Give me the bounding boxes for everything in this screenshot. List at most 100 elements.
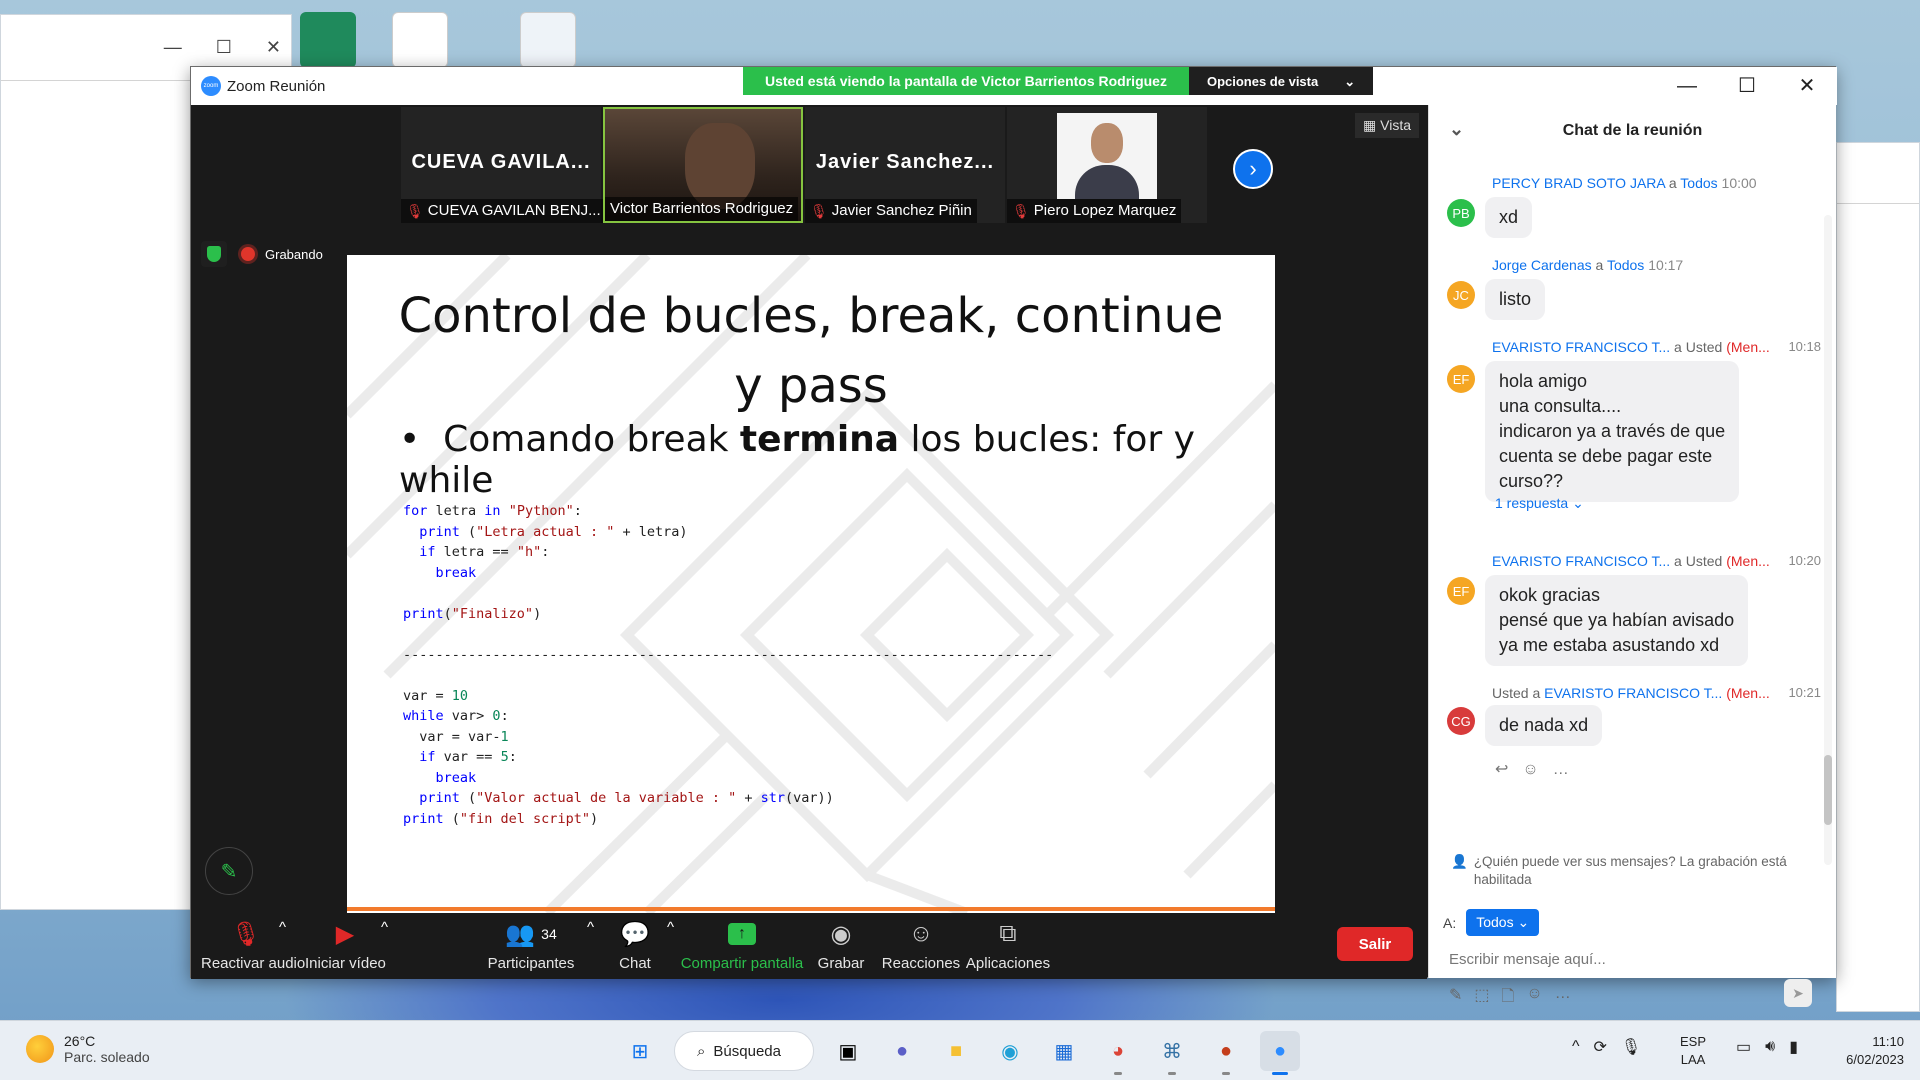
file-explorer-button[interactable]: ■ — [936, 1031, 976, 1071]
next-participants-button[interactable]: › — [1233, 149, 1273, 189]
replies-link[interactable]: 1 respuesta ⌄ — [1495, 495, 1584, 512]
taskbar-search[interactable]: ⌕ Búsqueda — [674, 1031, 814, 1071]
private-tag: (Men... — [1726, 685, 1770, 701]
message-bubble: listo — [1485, 279, 1546, 320]
participant-photo — [1057, 113, 1157, 199]
chevron-up-icon[interactable]: ^ — [1572, 1038, 1580, 1056]
video-options-caret[interactable]: ^ — [381, 919, 388, 936]
sender-name[interactable]: PERCY BRAD SOTO JARA — [1492, 175, 1665, 191]
recipient-select[interactable]: Todos ⌄ — [1466, 909, 1540, 936]
more-icon[interactable]: … — [1553, 761, 1583, 778]
python-button[interactable]: ⌘ — [1152, 1031, 1192, 1075]
person-lock-icon: 👤 — [1451, 854, 1468, 869]
zoom-taskbar-button[interactable]: ● — [1260, 1031, 1300, 1075]
status-icons[interactable]: ▭ 🔊︎ ▮ — [1736, 1037, 1798, 1057]
participant-tile-active[interactable]: Victor Barrientos Rodriguez — [603, 107, 803, 223]
reply-icon[interactable]: ↩ — [1495, 761, 1522, 778]
avatar: JC — [1447, 281, 1475, 309]
start-button[interactable]: ⊞ — [620, 1031, 660, 1071]
message-meta: PERCY BRAD SOTO JARA a Todos 10:00 — [1492, 175, 1757, 191]
slide-title-line2: y pass — [734, 358, 888, 414]
maximize-icon[interactable]: ☐ — [216, 37, 232, 58]
teams-chat-button[interactable]: ● — [882, 1031, 922, 1071]
apps-icon: ⧉ — [999, 920, 1017, 947]
reactions-button[interactable]: ☺ Reacciones — [881, 919, 961, 972]
store-button[interactable]: ▦ — [1044, 1031, 1084, 1071]
apps-button[interactable]: ⧉ Aplicaciones — [963, 919, 1053, 972]
more-icon[interactable]: … — [1555, 985, 1571, 1012]
chevron-down-icon[interactable]: ⌄ — [1449, 119, 1464, 140]
recipient: Todos — [1680, 175, 1718, 191]
recipient[interactable]: EVARISTO FRANCISCO T... — [1544, 685, 1722, 701]
avatar: EF — [1447, 365, 1475, 393]
participant-tile[interactable]: Javier Sanchez... 🎙︎ Javier Sanchez Piñi… — [805, 107, 1005, 223]
chat-title: Chat de la reunión — [1562, 122, 1703, 139]
file-icon[interactable]: 🗋 — [1502, 985, 1515, 1012]
desktop-app-icon[interactable] — [300, 12, 356, 68]
start-video-button[interactable]: ▶︎ Iniciar vídeo — [305, 919, 386, 973]
microphone-icon[interactable]: 🎙︎ — [1621, 1037, 1641, 1057]
chat-messages: PB PERCY BRAD SOTO JARA a Todos 10:00 xd… — [1429, 157, 1837, 837]
sync-icon[interactable]: ⟳ — [1594, 1037, 1607, 1057]
send-button[interactable]: ➤ — [1784, 979, 1812, 1007]
record-icon: ◉ — [830, 920, 852, 948]
python-file-icon[interactable] — [520, 12, 576, 68]
unmute-audio-button[interactable]: 🎙︎ Reactivar audio — [201, 919, 306, 973]
chat-message-input[interactable]: Escribir mensaje aquí... — [1449, 951, 1606, 968]
privacy-notice-text: ¿Quién puede ver sus mensajes? La grabac… — [1473, 854, 1787, 887]
participant-label: 🎙︎ Javier Sanchez Piñin — [805, 199, 977, 223]
sender-name[interactable]: Jorge Cardenas — [1492, 257, 1592, 273]
message-bubble: hola amigo una consulta.... indicaron ya… — [1485, 361, 1740, 502]
to-prefix: a — [1664, 175, 1681, 191]
close-icon[interactable]: ✕ — [266, 37, 281, 58]
message-time: 10:18 — [1788, 339, 1821, 354]
unmute-audio-label: Reactivar audio — [201, 955, 306, 972]
message-bubble: xd — [1485, 197, 1533, 238]
taskbar-apps: ⊞ ⌕ Búsqueda ▣ ● ■ ◉ ▦ ◕ ⌘ ● ● — [620, 1031, 1300, 1075]
sender-name[interactable]: EVARISTO FRANCISCO T... — [1492, 339, 1670, 355]
avatar: PB — [1447, 199, 1475, 227]
participant-big-name: Javier Sanchez... — [815, 151, 995, 173]
security-shield-icon[interactable] — [201, 241, 227, 267]
minimize-icon[interactable]: — — [1657, 67, 1717, 105]
emoji-icon[interactable]: ☺ — [1526, 985, 1542, 1012]
share-screen-icon: ↑ — [728, 923, 756, 945]
emoji-react-icon[interactable]: ☺ — [1522, 761, 1552, 778]
leave-button[interactable]: Salir — [1337, 927, 1413, 961]
view-options-button[interactable]: Opciones de vista ⌄ — [1188, 67, 1374, 95]
recipient: Usted — [1685, 553, 1723, 569]
weather-widget[interactable]: 26°C Parc. soleado — [26, 1033, 150, 1065]
language-code: ESP — [1680, 1034, 1707, 1049]
participants-label: Participantes — [487, 955, 575, 972]
record-button[interactable]: ◉ Grabar — [811, 919, 871, 973]
language-indicator[interactable]: ESP LAA — [1680, 1033, 1706, 1069]
task-view-button[interactable]: ▣ — [828, 1031, 868, 1071]
chat-label: Chat — [619, 955, 651, 972]
chat-scrollbar[interactable] — [1824, 215, 1832, 865]
chrome-button[interactable]: ◕ — [1098, 1031, 1138, 1075]
annotate-pen-button[interactable]: ✎ — [205, 847, 253, 895]
screenshot-icon[interactable]: ⬚ — [1474, 985, 1489, 1012]
powerpoint-button[interactable]: ● — [1206, 1031, 1246, 1075]
folder-icon: ■ — [949, 1039, 963, 1062]
audio-options-caret[interactable]: ^ — [279, 919, 286, 936]
view-button[interactable]: ▦ Vista — [1355, 113, 1419, 138]
chat-options-caret[interactable]: ^ — [667, 919, 674, 936]
sender-name[interactable]: EVARISTO FRANCISCO T... — [1492, 553, 1670, 569]
maximize-icon[interactable]: ☐ — [1717, 67, 1777, 105]
edge-button[interactable]: ◉ — [990, 1031, 1030, 1071]
minimize-icon[interactable]: — — [164, 37, 182, 58]
participant-tile[interactable]: 🎙︎ Piero Lopez Marquez — [1007, 107, 1207, 223]
share-screen-button[interactable]: ↑ Compartir pantalla — [677, 919, 807, 972]
format-icon[interactable]: ✎ — [1449, 985, 1462, 1012]
powerpoint-file-icon[interactable] — [392, 12, 448, 68]
avatar: CG — [1447, 707, 1475, 735]
participant-tile[interactable]: CUEVA GAVILA... 🎙︎ CUEVA GAVILAN BENJ... — [401, 107, 606, 223]
close-icon[interactable]: ✕ — [1777, 67, 1837, 105]
recipient-row: A: Todos ⌄ — [1443, 909, 1540, 936]
chat-button[interactable]: 💬 Chat — [605, 919, 665, 973]
participant-label: Victor Barrientos Rodriguez — [605, 197, 799, 221]
clock[interactable]: 11:10 6/02/2023 — [1826, 1033, 1904, 1069]
participants-options-caret[interactable]: ^ — [587, 919, 594, 936]
participants-button[interactable]: 👥 34 Participantes — [481, 919, 581, 973]
